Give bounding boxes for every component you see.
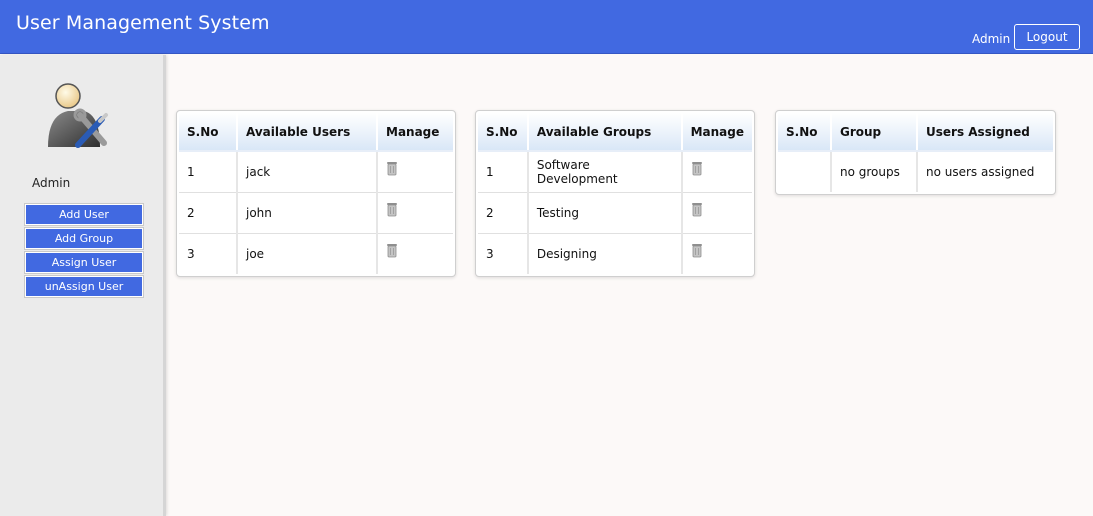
column-header: S.No <box>478 113 529 152</box>
app-title: User Management System <box>16 12 270 34</box>
table-row: 3 Designing <box>478 233 752 274</box>
column-header: Group <box>831 113 918 152</box>
add-group-button[interactable]: Add Group <box>24 227 144 250</box>
trash-icon[interactable] <box>691 243 703 258</box>
cell-group-name: Software Development <box>527 151 683 193</box>
table-header-row: S.No Available Groups Manage <box>478 113 752 152</box>
trash-icon[interactable] <box>386 202 398 217</box>
trash-icon[interactable] <box>386 161 398 176</box>
column-header: S.No <box>179 113 238 152</box>
table-header-row: S.No Group Users Assigned <box>778 113 1053 152</box>
users-table: S.No Available Users Manage 1 jack 2 joh… <box>179 113 453 274</box>
cell-manage <box>377 192 453 234</box>
column-header: S.No <box>778 113 832 152</box>
groups-table: S.No Available Groups Manage 1 Software … <box>478 113 752 274</box>
cell-group: no groups <box>831 151 918 192</box>
cell-sno: 2 <box>179 192 238 234</box>
trash-icon[interactable] <box>691 202 703 217</box>
header-bar: User Management System Admin Logout <box>0 0 1093 54</box>
cell-user-name: joe <box>237 233 378 274</box>
cell-group-name: Testing <box>527 192 683 234</box>
assignments-panel: S.No Group Users Assigned no groups no u… <box>775 110 1056 195</box>
logout-button[interactable]: Logout <box>1014 24 1080 50</box>
cell-users-assigned: no users assigned <box>926 165 1035 179</box>
cell-manage <box>681 151 752 193</box>
cell-sno: 1 <box>478 151 529 193</box>
cell-sno: 3 <box>179 233 238 274</box>
assignments-table: S.No Group Users Assigned no groups no u… <box>778 113 1053 192</box>
admin-tools-avatar-icon <box>48 83 108 148</box>
table-row: 3 joe <box>179 233 453 274</box>
table-row: 2 john <box>179 192 453 234</box>
sidebar-username: Admin <box>32 176 71 190</box>
column-header: Manage <box>377 113 453 152</box>
column-header: Manage <box>681 113 752 152</box>
groups-panel: S.No Available Groups Manage 1 Software … <box>475 110 755 277</box>
table-row: no groups no users assigned <box>778 151 1053 192</box>
cell-user-name: john <box>237 192 378 234</box>
cell-manage <box>681 192 752 234</box>
cell-manage <box>377 151 453 193</box>
assign-user-button[interactable]: Assign User <box>24 251 144 274</box>
trash-icon[interactable] <box>691 161 703 176</box>
cell-manage <box>377 233 453 274</box>
table-row: 2 Testing <box>478 192 752 234</box>
users-panel: S.No Available Users Manage 1 jack 2 joh… <box>176 110 456 277</box>
cell-user-name: jack <box>237 151 378 193</box>
cell-sno: 1 <box>179 151 238 193</box>
cell-manage <box>682 233 752 274</box>
add-user-button[interactable]: Add User <box>24 203 144 226</box>
table-row: 1 Software Development <box>478 151 752 193</box>
header-username: Admin <box>972 32 1011 46</box>
sidebar: Admin Add User Add Group Assign User unA… <box>0 55 166 516</box>
cell-group-name: Designing <box>527 233 683 274</box>
table-header-row: S.No Available Users Manage <box>179 113 453 152</box>
column-header: Available Users <box>237 113 378 152</box>
cell-sno <box>778 151 832 192</box>
column-header: Available Groups <box>527 113 683 152</box>
unassign-user-button[interactable]: unAssign User <box>24 275 144 298</box>
trash-icon[interactable] <box>386 243 398 258</box>
cell-sno: 3 <box>478 233 529 274</box>
table-row: 1 jack <box>179 151 453 193</box>
cell-sno: 2 <box>478 192 529 234</box>
column-header: Users Assigned <box>917 113 1053 152</box>
